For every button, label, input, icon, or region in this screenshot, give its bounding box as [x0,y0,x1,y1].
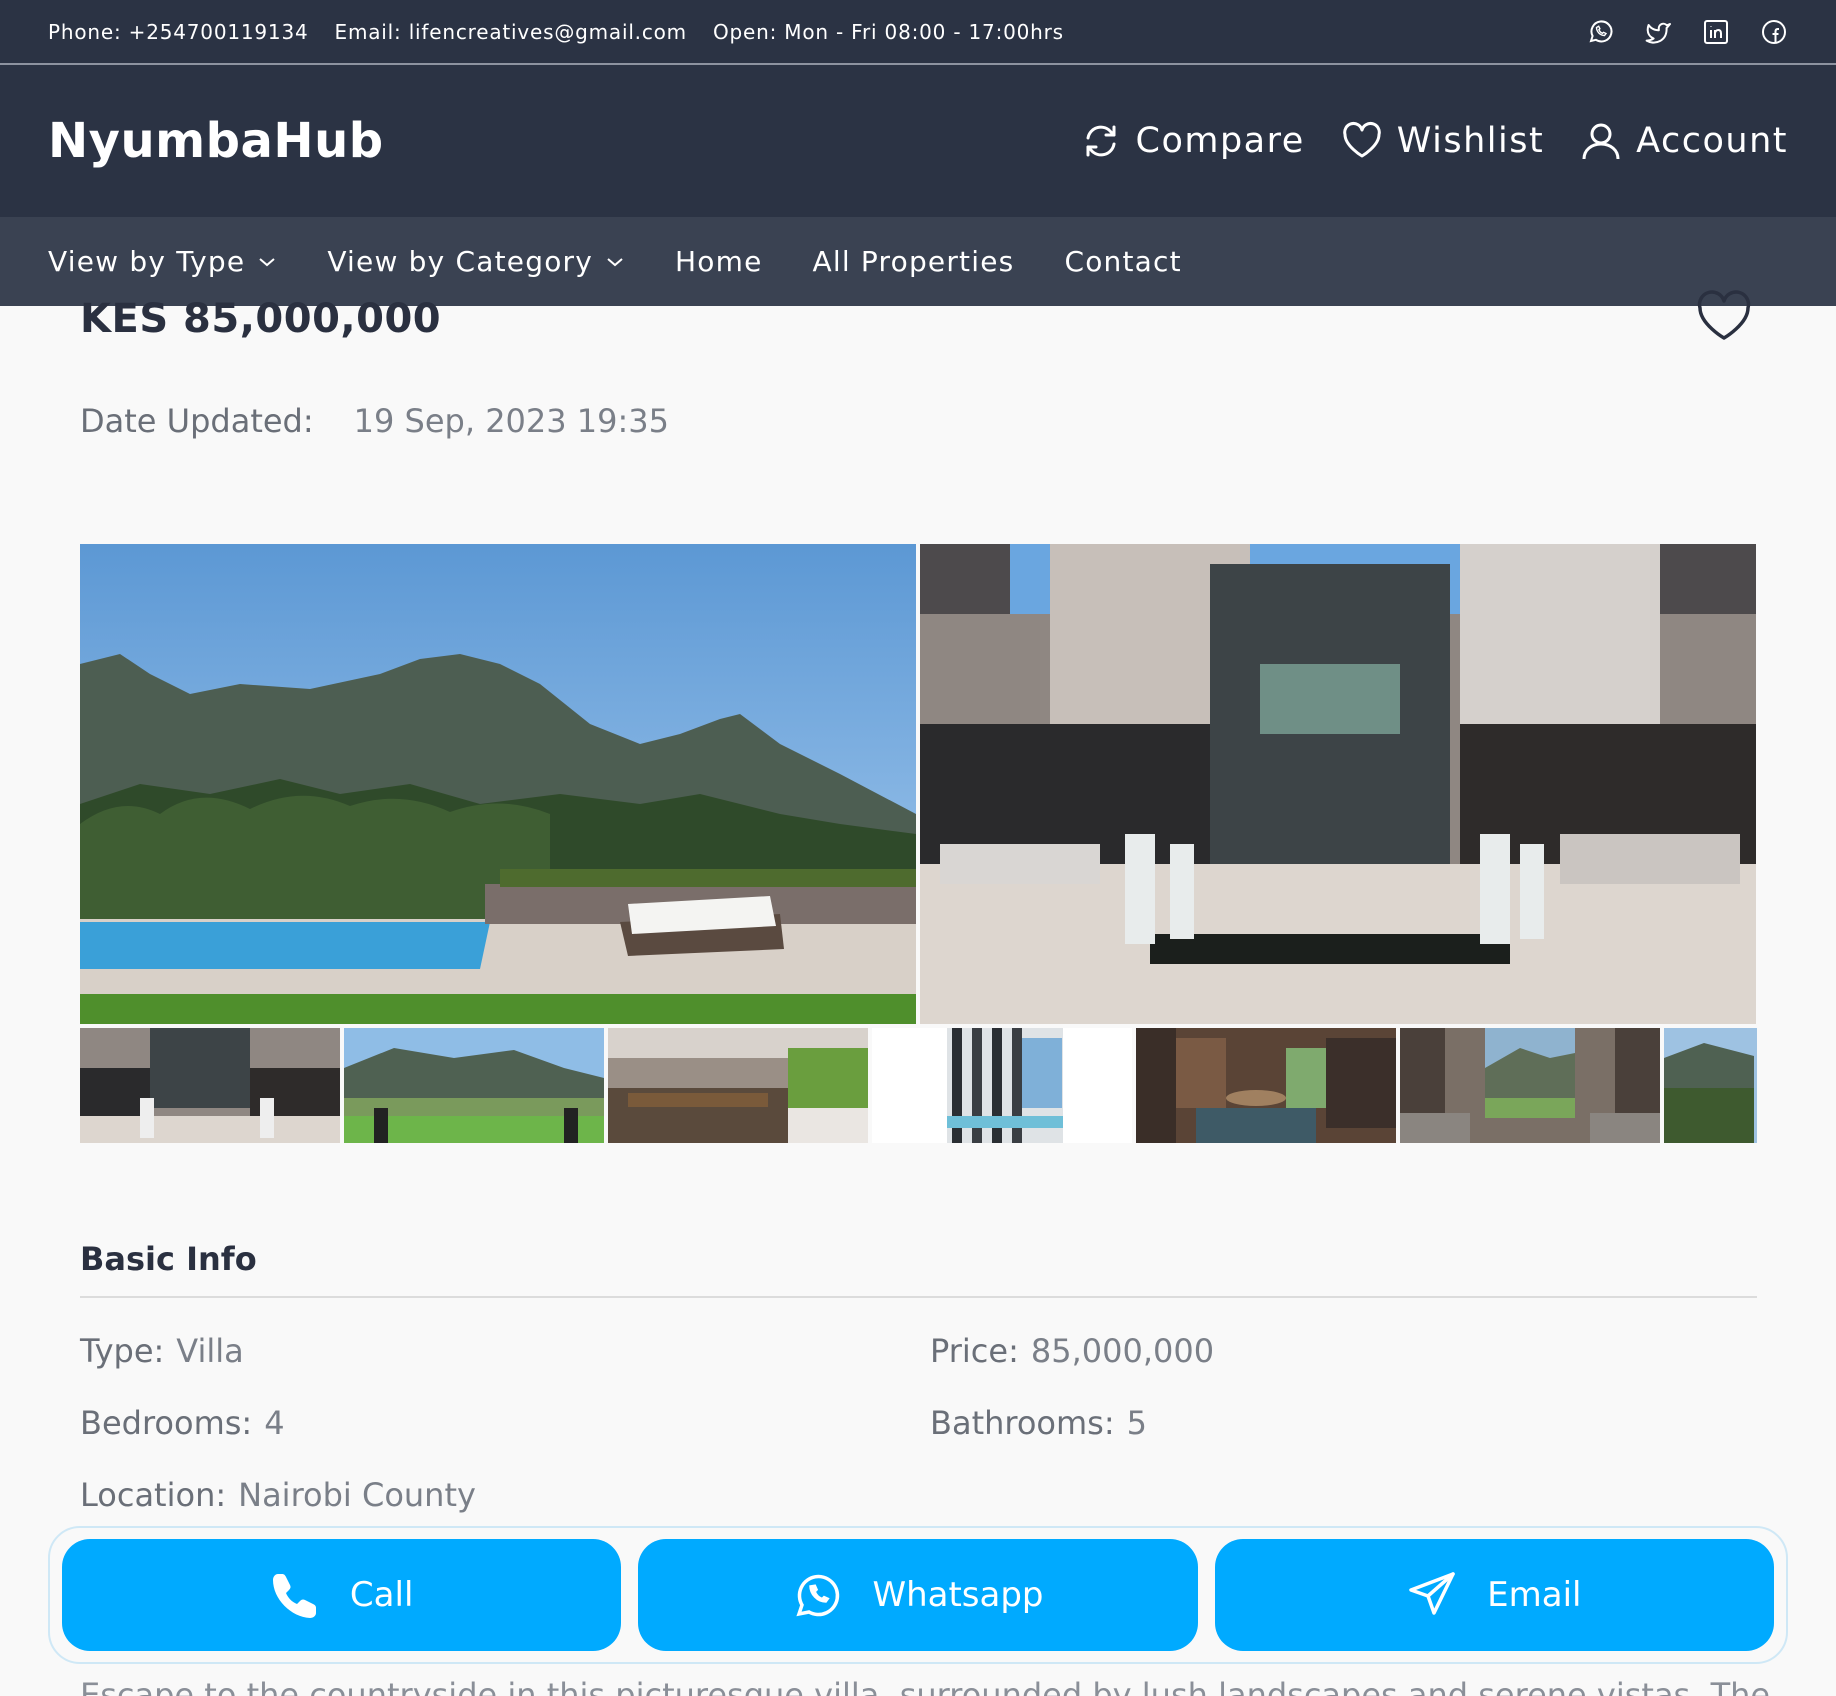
nav-category-label: View by Category [327,245,594,278]
send-icon [1407,1570,1457,1620]
price-label: Price: [930,1332,1019,1370]
compare-label: Compare [1135,121,1305,161]
whatsapp-icon [792,1570,842,1620]
nav-all-properties[interactable]: All Properties [813,245,1015,278]
bathrooms-value: 5 [1126,1404,1147,1442]
user-icon [1580,120,1622,162]
thumbnail-4[interactable] [872,1028,1132,1143]
call-label: Call [349,1575,414,1615]
info-price: Price: 85,000,000 [930,1332,1214,1370]
date-updated-label: Date Updated: [80,402,314,440]
phone-info[interactable]: Phone: +254700119134 [48,20,309,44]
thumbnail-3[interactable] [608,1028,868,1143]
whatsapp-button[interactable]: Whatsapp [638,1539,1198,1651]
thumbnail-7[interactable] [1664,1028,1757,1143]
type-label: Type: [80,1332,165,1370]
thumbnail-6[interactable] [1400,1028,1660,1143]
chevron-down-icon [257,255,277,269]
main-nav: View by Type View by Category Home All P… [0,217,1836,306]
site-header: NyumbaHub Compare Wishlist Account [0,65,1836,217]
section-divider [80,1296,1757,1298]
social-links [1586,18,1788,46]
email-info[interactable]: Email: lifencreatives@gmail.com [335,20,687,44]
favorite-button[interactable] [1694,288,1754,348]
nav-view-by-type[interactable]: View by Type [48,245,277,278]
price-value: 85,000,000 [1030,1332,1215,1370]
call-button[interactable]: Call [62,1539,622,1651]
contact-bar: Call Whatsapp Email [48,1526,1788,1664]
bedrooms-label: Bedrooms: [80,1404,253,1442]
nav-view-by-category[interactable]: View by Category [327,245,625,278]
gallery-thumbnails [80,1028,1757,1143]
header-actions: Compare Wishlist Account [1080,120,1788,162]
basic-info-title: Basic Info [80,1240,257,1278]
date-updated: Date Updated: 19 Sep, 2023 19:35 [80,402,669,440]
whatsapp-icon[interactable] [1586,18,1614,46]
linkedin-icon[interactable] [1702,18,1730,46]
gallery-image-mountain-pool[interactable] [80,544,916,1024]
brand-logo[interactable]: NyumbaHub [48,113,384,169]
top-bar: Phone: +254700119134 Email: lifencreativ… [0,0,1836,65]
email-label: Email [1487,1575,1582,1615]
twitter-icon[interactable] [1644,18,1672,46]
whatsapp-label: Whatsapp [872,1575,1044,1615]
facebook-icon[interactable] [1760,18,1788,46]
bathrooms-label: Bathrooms: [930,1404,1115,1442]
email-button[interactable]: Email [1214,1539,1774,1651]
location-label: Location: [80,1476,227,1514]
thumbnail-1[interactable] [80,1028,340,1143]
bedrooms-value: 4 [264,1404,285,1442]
phone-icon [270,1570,320,1620]
hours-info: Open: Mon - Fri 08:00 - 17:00hrs [712,19,1064,44]
location-value: Nairobi County [238,1476,476,1514]
account-label: Account [1636,121,1788,161]
listing-price: KES 85,000,000 [80,296,442,342]
description-text: Escape to the countryside in this pictur… [80,1676,1771,1696]
refresh-icon [1080,120,1122,162]
nav-contact[interactable]: Contact [1064,245,1181,278]
heart-icon [1341,120,1383,162]
nav-home[interactable]: Home [675,245,763,278]
date-updated-value: 19 Sep, 2023 19:35 [353,402,670,440]
wishlist-button[interactable]: Wishlist [1341,120,1544,162]
nav-type-label: View by Type [48,245,246,278]
type-value: Villa [176,1332,244,1370]
compare-button[interactable]: Compare [1080,120,1305,162]
info-location: Location: Nairobi County [80,1476,476,1514]
wishlist-label: Wishlist [1396,121,1545,161]
thumbnail-2[interactable] [344,1028,604,1143]
info-type: Type: Villa [80,1332,244,1370]
thumbnail-5[interactable] [1136,1028,1396,1143]
gallery-image-villa-courtyard[interactable] [920,544,1756,1024]
chevron-down-icon [605,255,625,269]
account-button[interactable]: Account [1580,120,1788,162]
info-bedrooms: Bedrooms: 4 [80,1404,285,1442]
info-bathrooms: Bathrooms: 5 [930,1404,1147,1442]
